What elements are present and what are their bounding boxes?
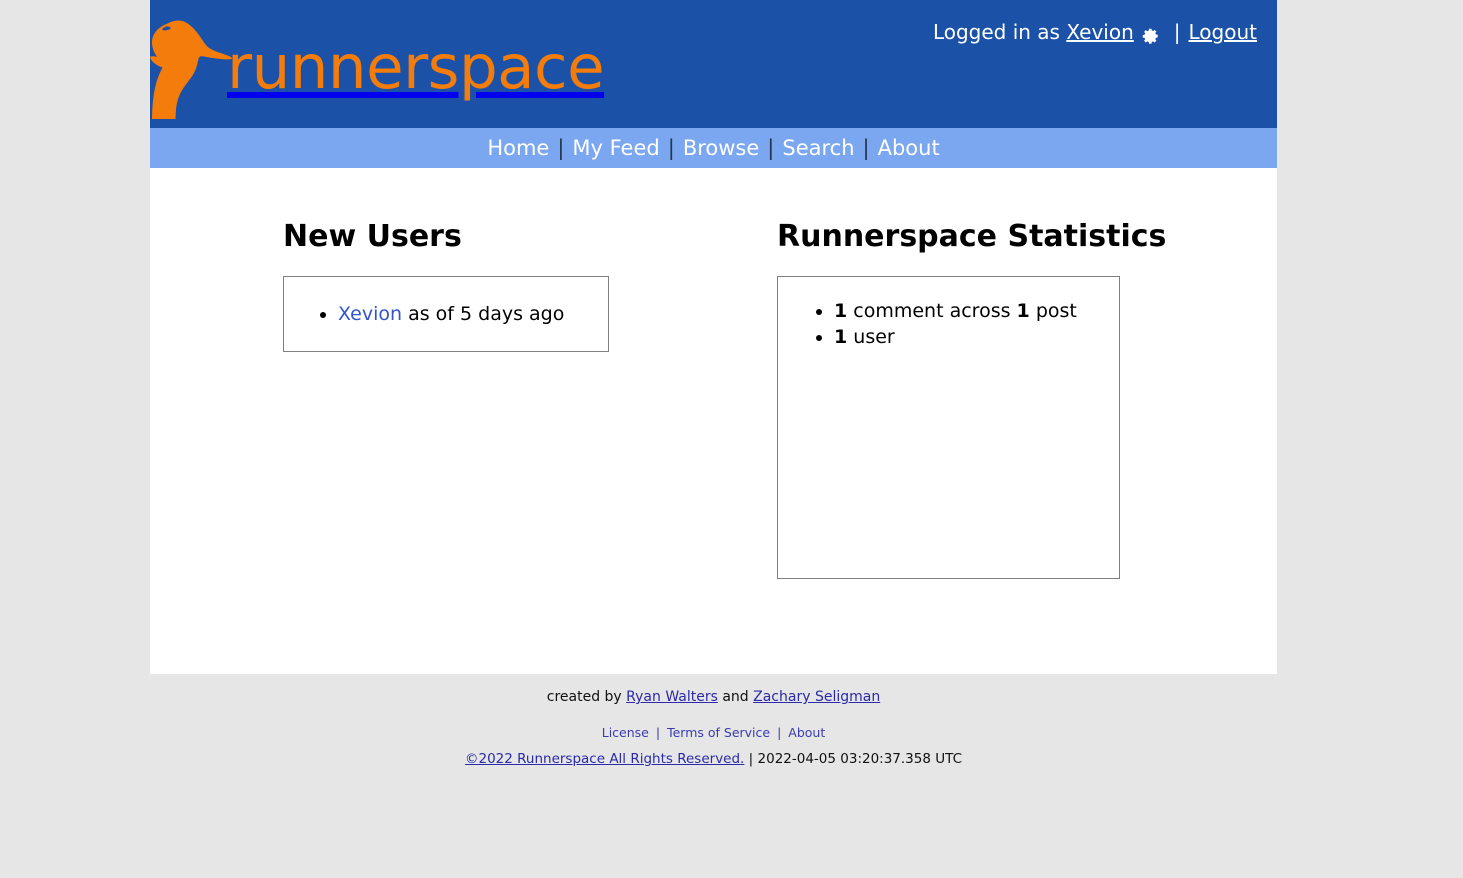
statistics-column: Runnerspace Statistics 1 comment across … (777, 220, 1267, 579)
account-separator: | (1174, 18, 1181, 46)
nav-separator: | (557, 136, 564, 160)
credits-conjunction: and (722, 689, 748, 705)
footer-links: License | Terms of Service | About (150, 725, 1277, 741)
user-count: 1 (834, 326, 847, 348)
created-by-label: created by (547, 689, 622, 705)
content-columns: New Users Xevion as of 5 days ago Runner… (150, 168, 1277, 579)
list-item: 1 user (834, 325, 1119, 350)
account-bar: Logged in as Xevion | Logout (933, 18, 1257, 46)
nav-separator: | (668, 136, 675, 160)
copyright-link[interactable]: ©2022 Runnerspace All Rights Reserved. (465, 751, 744, 767)
statistics-title: Runnerspace Statistics (777, 220, 1267, 254)
list-item: 1 comment across 1 post (834, 299, 1119, 324)
main-navigation: Home | My Feed | Browse | Search | About (150, 128, 1277, 168)
footer-link-license[interactable]: License (602, 725, 649, 740)
list-item: Xevion as of 5 days ago (338, 302, 564, 327)
site-header: runnerspace Logged in as Xevion | Logout (150, 0, 1277, 128)
brand-name: runnerspace (227, 37, 604, 98)
nav-item-search[interactable]: Search (782, 138, 854, 159)
roadrunner-bird-icon (150, 9, 232, 119)
nav-item-home[interactable]: Home (487, 138, 549, 159)
new-users-panel: Xevion as of 5 days ago (283, 276, 609, 352)
new-users-title: New Users (283, 220, 773, 254)
server-timestamp: 2022-04-05 03:20:37.358 UTC (758, 751, 963, 767)
nav-separator: | (767, 136, 774, 160)
main-content: New Users Xevion as of 5 days ago Runner… (150, 168, 1277, 674)
nav-item-my-feed[interactable]: My Feed (572, 138, 659, 159)
new-user-link[interactable]: Xevion (338, 303, 402, 325)
new-user-timestamp: as of 5 days ago (408, 303, 564, 325)
legal-separator: | (749, 751, 754, 767)
post-label: post (1036, 300, 1077, 322)
site-footer: created by Ryan Walters and Zachary Seli… (150, 674, 1277, 768)
footer-legal: ©2022 Runnerspace All Rights Reserved. |… (150, 750, 1277, 768)
comment-count: 1 (834, 300, 847, 322)
comment-label: comment across (853, 300, 1010, 322)
gear-icon[interactable] (1142, 24, 1160, 42)
footer-link-about[interactable]: About (788, 725, 825, 740)
statistics-panel: 1 comment across 1 post 1 user (777, 276, 1120, 579)
username-link[interactable]: Xevion (1066, 18, 1133, 46)
nav-item-about[interactable]: About (878, 138, 940, 159)
logged-in-label: Logged in as (933, 18, 1060, 46)
post-count: 1 (1017, 300, 1030, 322)
new-users-list: Xevion as of 5 days ago (284, 302, 564, 327)
author-ryan-walters-link[interactable]: Ryan Walters (626, 689, 718, 705)
author-zachary-seligman-link[interactable]: Zachary Seligman (753, 689, 880, 705)
new-users-column: New Users Xevion as of 5 days ago (283, 220, 773, 579)
user-label: user (853, 326, 894, 348)
logout-link[interactable]: Logout (1189, 18, 1257, 46)
brand-logo-link[interactable]: runnerspace (150, 0, 604, 128)
statistics-list: 1 comment across 1 post 1 user (778, 299, 1119, 350)
page-container: runnerspace Logged in as Xevion | Logout… (150, 0, 1277, 768)
footer-link-terms-of-service[interactable]: Terms of Service (667, 725, 770, 740)
nav-separator: | (863, 136, 870, 160)
nav-item-browse[interactable]: Browse (683, 138, 759, 159)
footer-credits: created by Ryan Walters and Zachary Seli… (150, 688, 1277, 706)
footer-link-separator: | (777, 725, 781, 740)
footer-link-separator: | (656, 725, 660, 740)
